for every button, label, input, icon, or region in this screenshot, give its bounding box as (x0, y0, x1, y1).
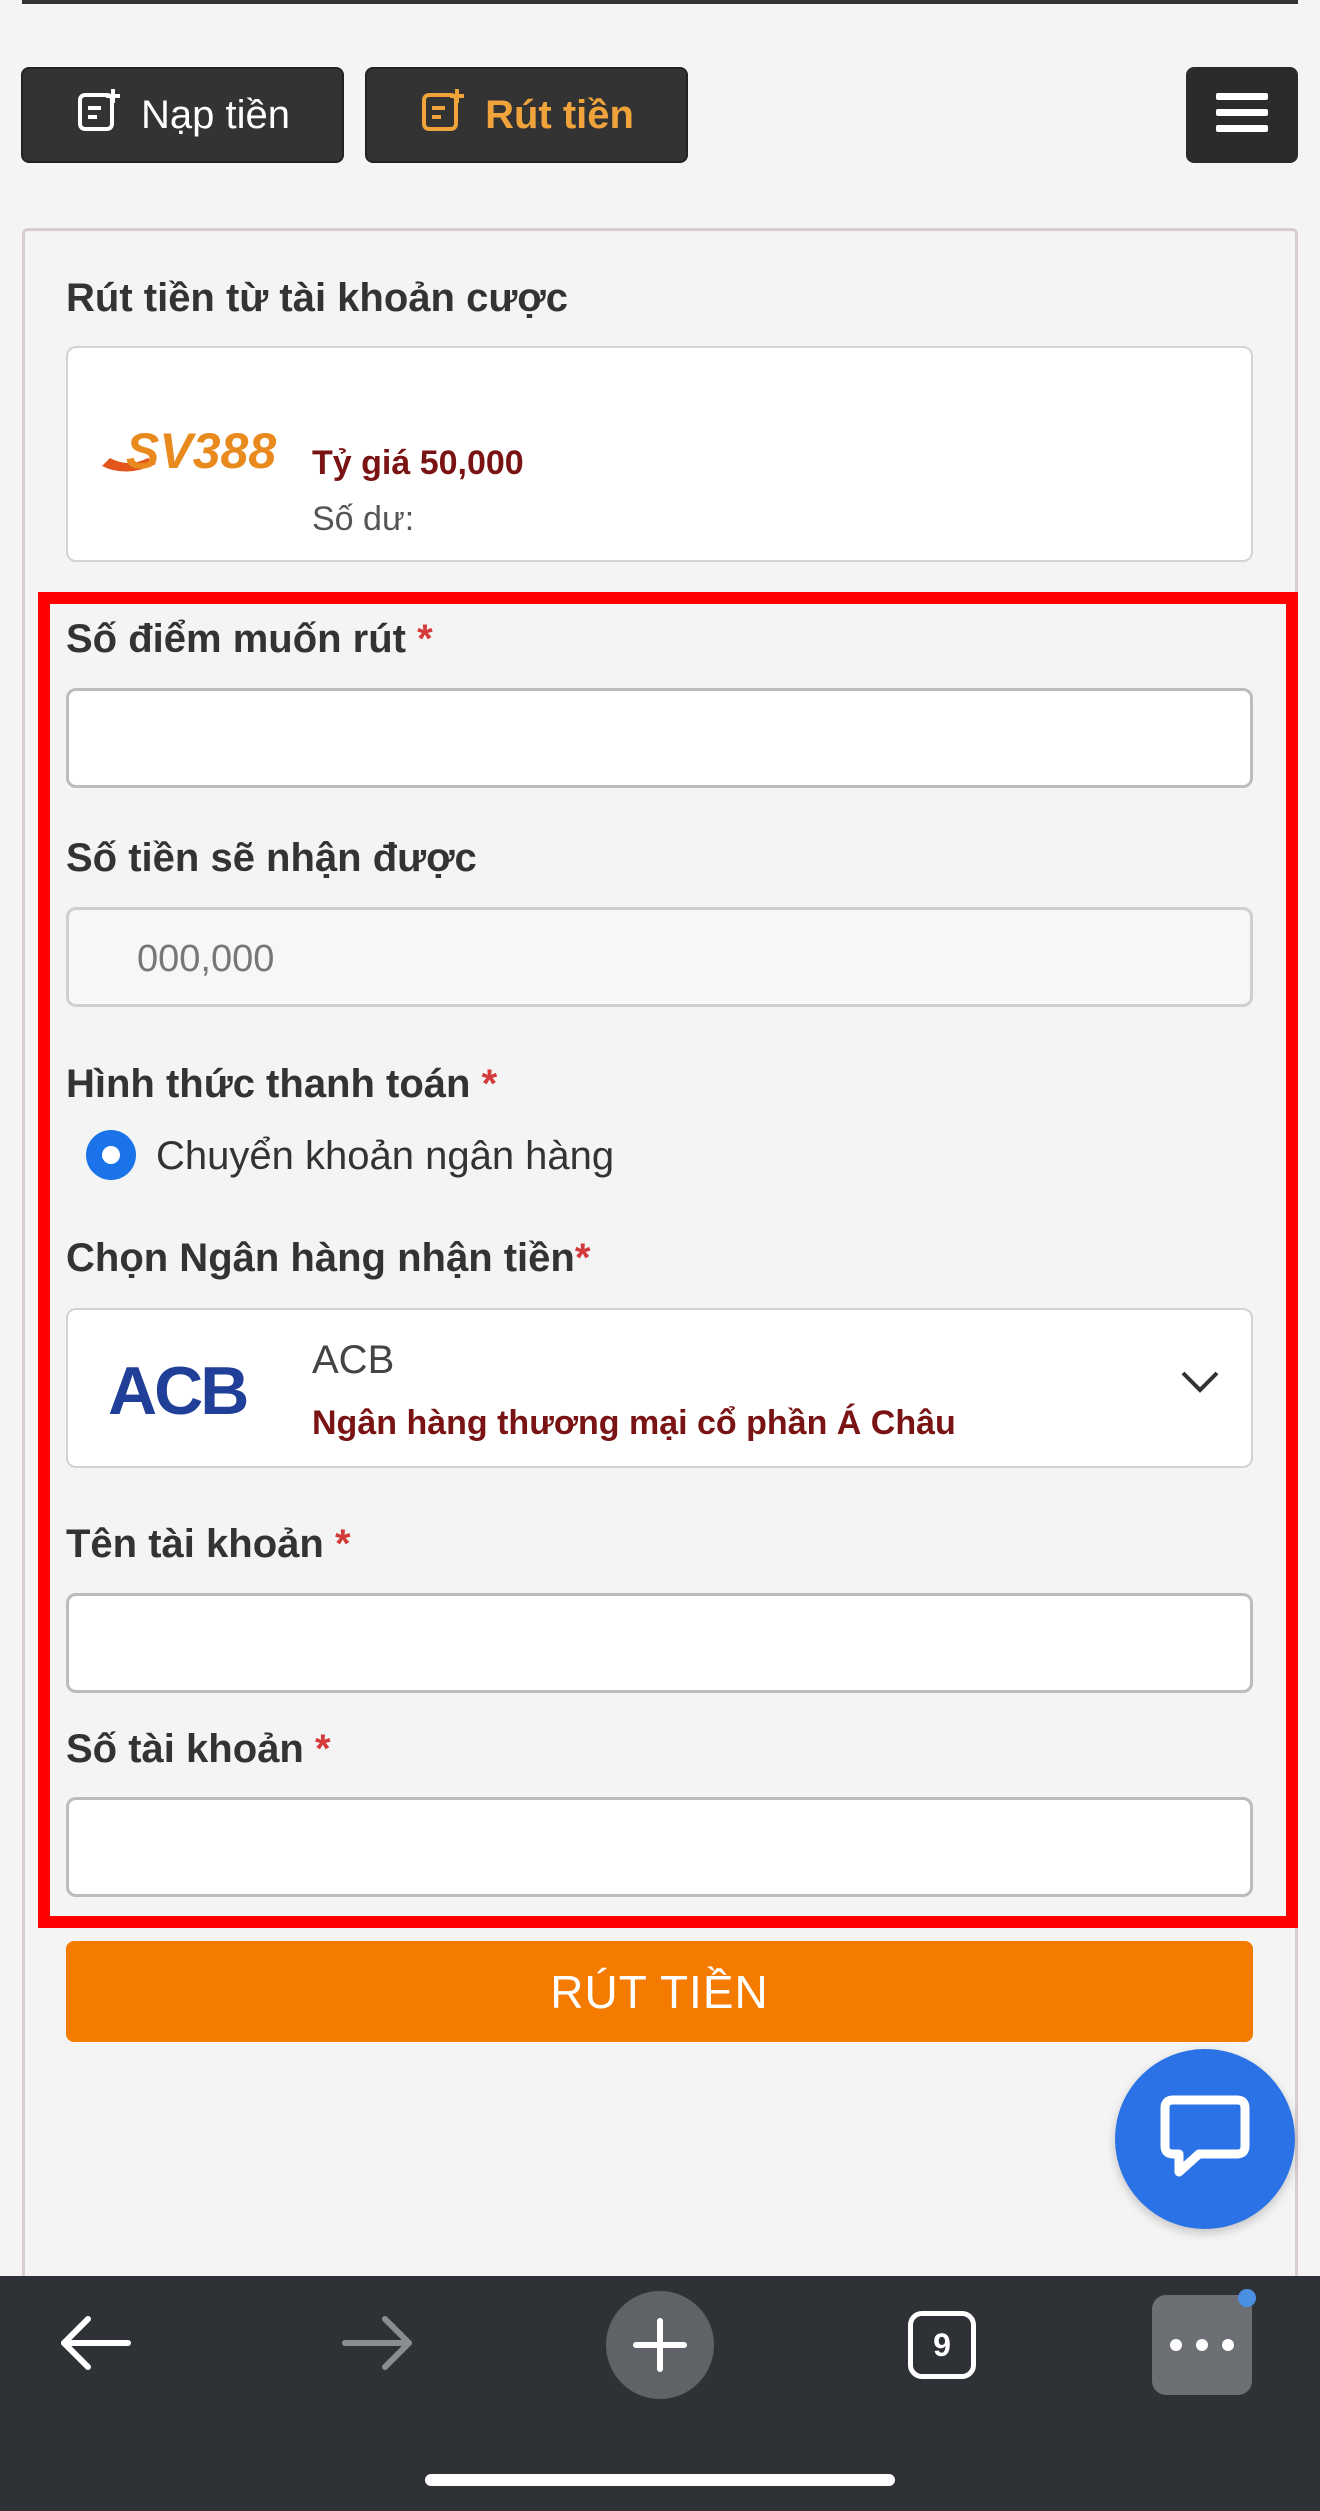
bank-select-label: Chọn Ngân hàng nhận tiền* (66, 1236, 591, 1280)
card-title: Rút tiền từ tài khoản cược (66, 276, 568, 320)
required-mark: * (334, 1522, 351, 1566)
acb-logo: ACB (108, 1353, 268, 1429)
back-button[interactable] (55, 2290, 135, 2400)
account-name-input[interactable] (66, 1593, 1253, 1693)
receive-amount-label: Số tiền sẽ nhận được (66, 836, 477, 880)
account-name-label: Tên tài khoản * (66, 1522, 351, 1566)
bank-full-name: Ngân hàng thương mại cổ phần Á Châu (312, 1404, 956, 1442)
bank-transfer-label[interactable]: Chuyển khoản ngân hàng (156, 1134, 614, 1179)
back-arrow-icon (58, 2315, 132, 2376)
account-number-input[interactable] (66, 1797, 1253, 1897)
tab-count: 9 (908, 2311, 976, 2379)
required-mark: * (417, 617, 433, 661)
forward-button[interactable] (338, 2290, 418, 2400)
deposit-tab-button[interactable]: Nạp tiền (21, 67, 344, 163)
withdraw-tab-label: Rút tiền (485, 92, 634, 137)
home-indicator[interactable] (425, 2474, 895, 2486)
notification-dot (1238, 2289, 1256, 2307)
balance-label: Số dư: (312, 500, 415, 538)
receive-amount-placeholder: 000,000 (137, 938, 275, 980)
required-mark: * (314, 1727, 331, 1771)
sv388-logo-text: SV388 (126, 423, 276, 479)
account-name-blurred (314, 368, 322, 402)
points-label: Số điểm muốn rút * (66, 617, 433, 661)
forward-arrow-icon (341, 2315, 415, 2376)
menu-button[interactable] (1186, 67, 1298, 163)
more-button[interactable] (1152, 2289, 1256, 2400)
acb-logo-text: ACB (108, 1354, 247, 1424)
required-mark: * (574, 1236, 591, 1280)
deposit-tab-label: Nạp tiền (141, 92, 290, 137)
more-icon (1152, 2289, 1256, 2395)
plus-icon (606, 2291, 714, 2399)
account-number-label: Số tài khoản * (66, 1727, 331, 1771)
bank-code: ACB (312, 1338, 395, 1382)
withdraw-submit-button[interactable]: RÚT TIỀN (66, 1941, 1253, 2042)
sv388-logo: SV388 (96, 418, 286, 488)
points-input[interactable] (66, 688, 1253, 788)
payment-method-label: Hình thức thanh toán * (66, 1062, 498, 1106)
bank-select[interactable]: ACB (66, 1308, 1253, 1468)
exchange-rate: Tỷ giá 50,000 (312, 444, 524, 482)
chat-bubble-icon (1159, 2094, 1251, 2185)
bank-transfer-radio[interactable] (86, 1130, 136, 1180)
withdraw-tab-button[interactable]: Rút tiền (365, 67, 688, 163)
deposit-icon (75, 86, 123, 144)
required-mark: * (481, 1062, 498, 1106)
hamburger-icon (1216, 91, 1268, 140)
receive-amount-field: 000,000 (66, 907, 1253, 1007)
chevron-down-icon[interactable] (1179, 1368, 1221, 1401)
chat-button[interactable] (1115, 2049, 1295, 2229)
new-tab-button[interactable] (605, 2290, 715, 2400)
tabs-button[interactable]: 9 (904, 2290, 980, 2400)
top-divider (22, 0, 1298, 4)
betting-account-box[interactable]: SV388 (66, 346, 1253, 562)
withdraw-icon (419, 86, 467, 144)
